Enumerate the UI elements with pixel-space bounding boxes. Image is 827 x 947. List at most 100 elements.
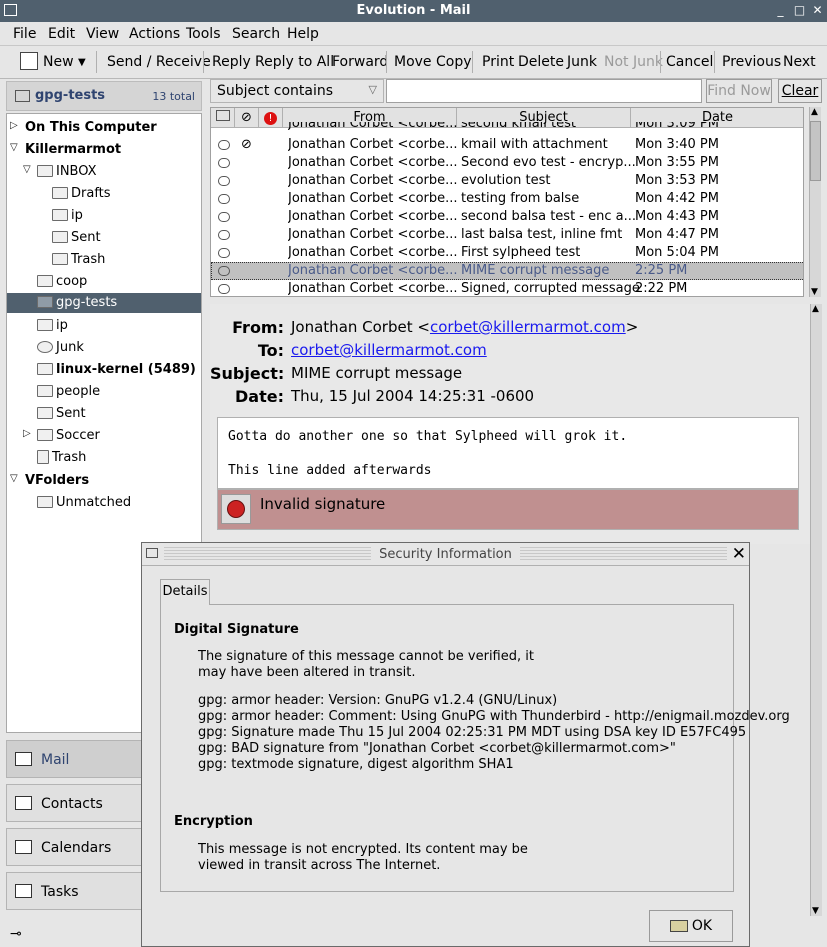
next-button[interactable]: Next [783, 54, 816, 70]
message-row[interactable]: Jonathan Corbet <corbe... testing from b… [211, 190, 803, 208]
maximize-icon[interactable]: □ [792, 3, 807, 18]
folder-icon [37, 384, 53, 397]
folder-inbox-sent[interactable]: Sent [7, 228, 201, 248]
scroll-down-icon[interactable]: ▼ [812, 906, 819, 916]
forward-button[interactable]: Forward [332, 54, 388, 70]
attachment-icon: ⊘ [241, 137, 252, 152]
folder-junk[interactable]: Junk [7, 338, 201, 358]
menu-file[interactable]: File [13, 26, 36, 42]
minimize-icon[interactable]: _ [773, 3, 788, 18]
message-row[interactable]: Jonathan Corbet <corbe... Signed, corrup… [211, 280, 803, 296]
new-dropdown-icon[interactable]: ▼ [78, 57, 86, 68]
folder-unmatched[interactable]: Unmatched [7, 493, 201, 513]
scrollbar-thumb[interactable] [810, 121, 821, 181]
inbox-icon [37, 164, 53, 177]
tree-vfolders[interactable]: ▽ VFolders [7, 471, 201, 491]
message-body: Gotta do another one so that Sylpheed wi… [217, 417, 799, 489]
offline-plug-icon[interactable]: ⊸ [10, 926, 22, 942]
enc-heading: Encryption [174, 814, 253, 829]
preview-scrollbar[interactable]: ▲ ▼ [810, 304, 822, 916]
switcher-calendars[interactable]: Calendars [6, 828, 142, 866]
scroll-up-icon[interactable]: ▲ [812, 304, 819, 314]
message-list-scrollbar[interactable]: ▲ ▼ [809, 107, 821, 297]
close-icon[interactable]: ✕ [810, 3, 825, 18]
cancel-button[interactable]: Cancel [666, 54, 713, 70]
ok-button[interactable]: OK [649, 910, 733, 942]
move-button[interactable]: Move [394, 54, 432, 70]
search-scope-select[interactable]: Subject contains ▽ [210, 79, 384, 103]
folder-people[interactable]: people [7, 382, 201, 402]
message-row[interactable]: Jonathan Corbet <corbe... First sylpheed… [211, 244, 803, 262]
folder-linux-kernel[interactable]: linux-kernel (5489) [7, 360, 201, 380]
copy-button[interactable]: Copy [436, 54, 472, 70]
message-row[interactable]: Jonathan Corbet <corbe... second balsa t… [211, 208, 803, 226]
invalid-signature-button[interactable] [221, 494, 251, 524]
from-label: From: [232, 318, 284, 337]
switcher-contacts[interactable]: Contacts [6, 784, 142, 822]
expander-right-icon[interactable]: ▷ [10, 120, 18, 131]
switcher-tasks[interactable]: Tasks [6, 872, 142, 910]
from-email-link[interactable]: corbet@killermarmot.com [430, 318, 626, 336]
search-input[interactable] [386, 79, 702, 103]
folder-soccer[interactable]: ▷ Soccer [7, 426, 201, 446]
body-line: Gotta do another one so that Sylpheed wi… [228, 429, 628, 444]
expander-right-icon[interactable]: ▷ [23, 428, 31, 439]
clear-button[interactable]: Clear [778, 79, 822, 103]
toolbar-separator [203, 51, 204, 73]
print-button[interactable]: Print [482, 54, 514, 70]
expander-down-icon[interactable]: ▽ [10, 142, 18, 153]
folder-inbox-ip[interactable]: ip [7, 206, 201, 226]
previous-button[interactable]: Previous [722, 54, 781, 70]
message-row[interactable]: ⊘ Jonathan Corbet <corbe... kmail with a… [211, 136, 803, 154]
to-email-link[interactable]: corbet@killermarmot.com [291, 341, 487, 359]
dialog-close-icon[interactable]: ✕ [732, 544, 746, 564]
send-receive-button[interactable]: Send / Receive [107, 54, 211, 70]
menu-help[interactable]: Help [287, 26, 319, 42]
new-button[interactable]: New [43, 54, 74, 70]
folder-trash[interactable]: Trash [7, 448, 201, 468]
scroll-up-icon[interactable]: ▲ [811, 107, 818, 117]
junk-button[interactable]: Junk [567, 54, 597, 70]
dialog-titlebar[interactable]: Security Information ✕ [142, 543, 749, 566]
read-envelope-icon [218, 194, 230, 204]
expander-down-icon[interactable]: ▽ [10, 473, 18, 484]
menu-tools[interactable]: Tools [186, 26, 221, 42]
tab-details[interactable]: Details [160, 579, 210, 605]
folder-sent[interactable]: Sent [7, 404, 201, 424]
read-envelope-icon [218, 140, 230, 150]
signature-status-bar: Invalid signature [217, 489, 799, 530]
date-value: Thu, 15 Jul 2004 14:25:31 -0600 [291, 387, 535, 405]
folder-inbox[interactable]: ▽ INBOX [7, 162, 201, 182]
scroll-down-icon[interactable]: ▼ [811, 287, 818, 297]
tree-on-this-computer[interactable]: ▷ On This Computer [7, 118, 201, 138]
folder-inbox-trash[interactable]: Trash [7, 250, 201, 270]
read-envelope-icon [218, 158, 230, 168]
menu-edit[interactable]: Edit [48, 26, 75, 42]
menu-actions[interactable]: Actions [129, 26, 180, 42]
message-row[interactable]: Jonathan Corbet <corbe... evolution test… [211, 172, 803, 190]
folder-icon [52, 252, 68, 265]
message-row[interactable]: Jonathan Corbet <corbe... second kmail t… [211, 122, 803, 136]
to-label: To: [257, 341, 284, 360]
not-junk-button[interactable]: Not Junk [604, 54, 663, 70]
folder-gpg-tests[interactable]: gpg-tests [7, 293, 201, 313]
menu-view[interactable]: View [86, 26, 119, 42]
message-row-selected[interactable]: Jonathan Corbet <corbe... MIME corrupt m… [211, 262, 803, 280]
trash-icon [37, 449, 49, 464]
read-envelope-icon [218, 248, 230, 258]
delete-button[interactable]: Delete [518, 54, 564, 70]
tree-killermarmot[interactable]: ▽ Killermarmot [7, 140, 201, 160]
message-row[interactable]: Jonathan Corbet <corbe... last balsa tes… [211, 226, 803, 244]
window-titlebar[interactable]: Evolution - Mail _ □ ✕ [0, 0, 827, 22]
menu-search[interactable]: Search [232, 26, 280, 42]
reply-all-button[interactable]: Reply to All [255, 54, 334, 70]
switcher-mail[interactable]: Mail [6, 740, 142, 778]
folder-drafts[interactable]: Drafts [7, 184, 201, 204]
expander-down-icon[interactable]: ▽ [23, 164, 31, 175]
new-message-icon [20, 52, 38, 70]
message-row[interactable]: Jonathan Corbet <corbe... Second evo tes… [211, 154, 803, 172]
folder-ip[interactable]: ip [7, 316, 201, 336]
folder-coop[interactable]: coop [7, 272, 201, 292]
reply-button[interactable]: Reply [212, 54, 251, 70]
find-now-button[interactable]: Find Now [706, 79, 772, 103]
